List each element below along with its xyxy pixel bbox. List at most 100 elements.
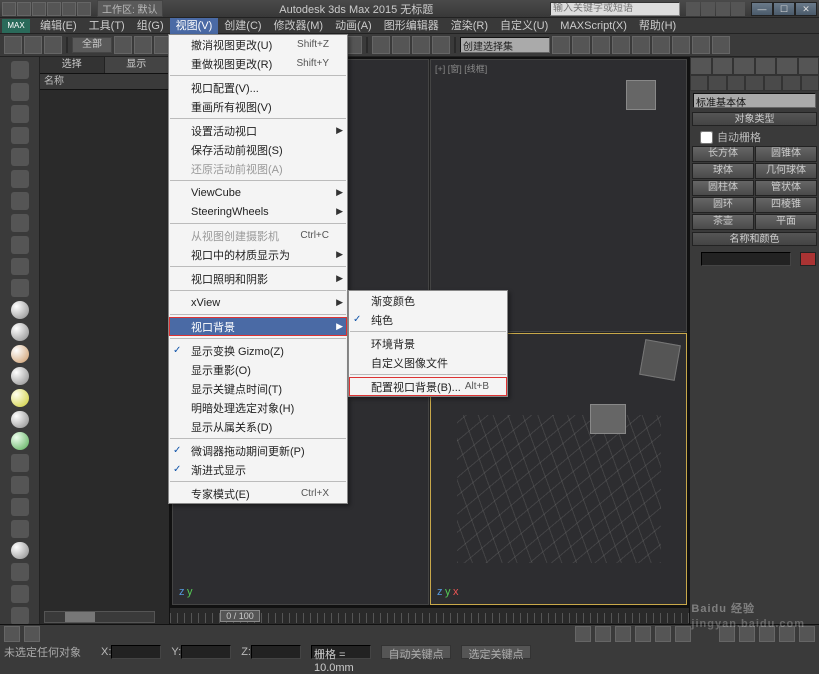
selection-filter-dropdown[interactable]: 全部 — [72, 37, 112, 53]
redo-icon[interactable] — [77, 2, 91, 16]
menu-group[interactable]: 组(G) — [131, 18, 170, 34]
primitive-button[interactable]: 几何球体 — [755, 163, 817, 179]
cmd-tab-modify[interactable] — [712, 57, 734, 75]
cat-shapes-icon[interactable] — [708, 75, 726, 91]
menu-item[interactable]: 保存活动前视图(S) — [169, 140, 347, 159]
menu-item[interactable]: 从视图创建摄影机Ctrl+C — [169, 226, 347, 245]
mat-white-icon[interactable] — [11, 411, 29, 429]
percent-snap-icon[interactable] — [412, 36, 430, 54]
eye-icon[interactable] — [11, 236, 29, 254]
select-icon[interactable] — [114, 36, 132, 54]
tab-select[interactable]: 选择 — [40, 57, 105, 73]
maximize-button[interactable]: ☐ — [773, 2, 795, 16]
star-icon[interactable] — [716, 2, 730, 16]
workspace-selector[interactable]: 工作区: 默认 — [97, 0, 163, 17]
render-icon[interactable] — [712, 36, 730, 54]
menu-item[interactable]: 明暗处理选定对象(H) — [169, 398, 347, 417]
object-name-input[interactable] — [701, 252, 791, 266]
scene-column-name[interactable]: 名称 — [40, 74, 169, 90]
wall-icon[interactable] — [11, 105, 29, 123]
menu-help[interactable]: 帮助(H) — [633, 18, 682, 34]
mat-misc-icon[interactable] — [11, 542, 29, 560]
gear-icon[interactable] — [11, 607, 29, 625]
menu-edit[interactable]: 编辑(E) — [34, 18, 83, 34]
select-by-name-icon[interactable] — [134, 36, 152, 54]
cmd-tab-motion[interactable] — [755, 57, 777, 75]
menu-item[interactable]: ViewCube▶ — [169, 183, 347, 202]
viewcube[interactable] — [639, 339, 681, 381]
schematic-icon[interactable] — [632, 36, 650, 54]
vp-layout-icon[interactable] — [4, 626, 20, 642]
box-icon[interactable] — [11, 83, 29, 101]
undo-icon[interactable] — [62, 2, 76, 16]
exchange-icon[interactable] — [701, 2, 715, 16]
menu-item[interactable]: 视口照明和阴影▶ — [169, 269, 347, 288]
mat-yellow-icon[interactable] — [11, 389, 29, 407]
primitive-button[interactable]: 圆柱体 — [692, 180, 754, 196]
leaf-icon[interactable] — [11, 563, 29, 581]
mat-metal-icon[interactable] — [11, 323, 29, 341]
menu-item[interactable]: ✓微调器拖动期间更新(P) — [169, 441, 347, 460]
cmd-tab-create[interactable] — [690, 57, 712, 75]
rail-icon[interactable] — [11, 127, 29, 145]
time-config-icon[interactable] — [675, 626, 691, 642]
rollout-object-type[interactable]: 对象类型 — [692, 112, 817, 126]
stairs-icon[interactable] — [11, 170, 29, 188]
link-icon[interactable] — [4, 36, 22, 54]
curve-editor-icon[interactable] — [612, 36, 630, 54]
menu-item[interactable]: ✓渐进式显示 — [169, 460, 347, 479]
primitive-button[interactable]: 圆锥体 — [755, 146, 817, 162]
menu-item[interactable]: xView▶ — [169, 293, 347, 312]
menu-grapheditors[interactable]: 图形编辑器 — [378, 18, 445, 34]
menu-item[interactable]: 撤消视图更改(U)Shift+Z — [169, 35, 347, 54]
light-icon[interactable] — [11, 279, 29, 297]
menu-animation[interactable]: 动画(A) — [329, 18, 378, 34]
window-icon[interactable] — [11, 148, 29, 166]
layers-icon[interactable] — [592, 36, 610, 54]
menu-item[interactable]: 显示重影(O) — [169, 360, 347, 379]
people-icon[interactable] — [11, 498, 29, 516]
brush-icon[interactable] — [11, 585, 29, 603]
tree-icon[interactable] — [11, 214, 29, 232]
pattern-icon[interactable] — [11, 520, 29, 538]
menu-rendering[interactable]: 渲染(R) — [445, 18, 494, 34]
menu-item[interactable]: 重做视图更改(R)Shift+Y — [169, 54, 347, 73]
plant-icon[interactable] — [11, 476, 29, 494]
primitive-button[interactable]: 平面 — [755, 214, 817, 230]
render-frame-icon[interactable] — [692, 36, 710, 54]
next-key-icon[interactable] — [635, 626, 651, 642]
vp-config-icon[interactable] — [24, 626, 40, 642]
primitive-button[interactable]: 管状体 — [755, 180, 817, 196]
signin-icon[interactable] — [686, 2, 700, 16]
menu-item[interactable]: 视口配置(V)... — [169, 78, 347, 97]
camera-icon[interactable] — [11, 258, 29, 276]
menu-tools[interactable]: 工具(T) — [83, 18, 131, 34]
menu-item[interactable]: 还原活动前视图(A) — [169, 159, 347, 178]
named-sel-set-dropdown[interactable]: 创建选择集 — [460, 37, 550, 53]
cat-systems-icon[interactable] — [801, 75, 819, 91]
menu-maxscript[interactable]: MAXScript(X) — [554, 18, 633, 34]
material-editor-icon[interactable] — [652, 36, 670, 54]
coord-y-input[interactable] — [181, 645, 231, 659]
menu-item[interactable]: SteeringWheels▶ — [169, 202, 347, 221]
max-badge-icon[interactable]: MAX — [2, 19, 30, 33]
primitive-button[interactable]: 四棱锥 — [755, 197, 817, 213]
rollout-name-color[interactable]: 名称和颜色 — [692, 232, 817, 246]
menu-item[interactable]: 显示从属关系(D) — [169, 417, 347, 436]
menu-item[interactable]: ✓纯色 — [349, 310, 507, 329]
menu-item[interactable]: 视口中的材质显示为▶ — [169, 245, 347, 264]
object-color-swatch[interactable] — [800, 252, 816, 266]
menu-views[interactable]: 视图(V) — [170, 18, 219, 34]
angle-snap-icon[interactable] — [392, 36, 410, 54]
mat-chrome-icon[interactable] — [11, 301, 29, 319]
teapot-icon[interactable] — [11, 61, 29, 79]
cat-space-icon[interactable] — [782, 75, 800, 91]
new-icon[interactable] — [17, 2, 31, 16]
mat-gray-icon[interactable] — [11, 367, 29, 385]
cmd-tab-hierarchy[interactable] — [733, 57, 755, 75]
open-icon[interactable] — [32, 2, 46, 16]
mirror-icon[interactable] — [552, 36, 570, 54]
save-icon[interactable] — [47, 2, 61, 16]
autokey-button[interactable]: 自动关键点 — [381, 645, 451, 659]
coord-x-input[interactable] — [111, 645, 161, 659]
